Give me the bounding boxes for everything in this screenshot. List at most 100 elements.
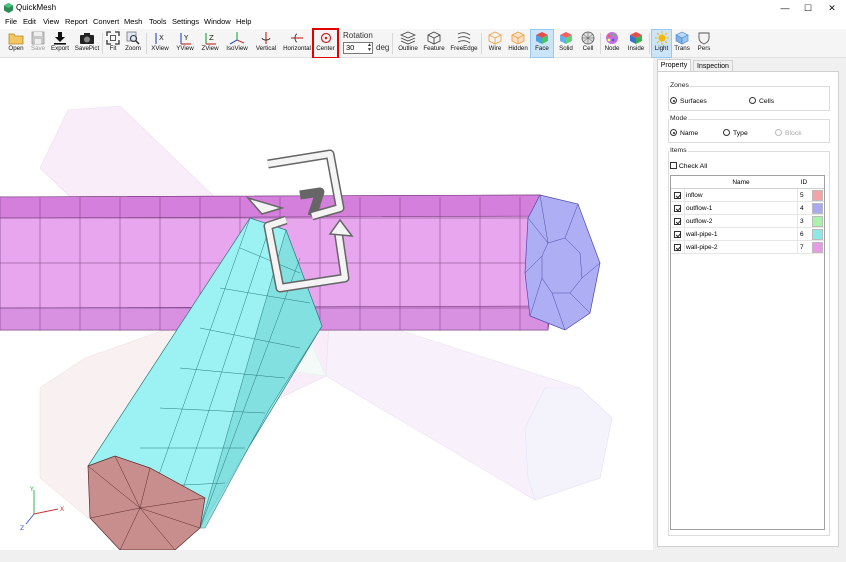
center-label: Center	[316, 45, 335, 52]
face-button[interactable]: Face	[530, 29, 554, 58]
hidden-button[interactable]: Hidden	[507, 30, 529, 57]
yview-label: YView	[176, 45, 194, 52]
axis-z-label: Z	[20, 525, 24, 532]
inside-cube-icon	[630, 32, 642, 44]
vertical-label: Vertical	[255, 45, 277, 52]
menu-report[interactable]: Report	[65, 17, 88, 26]
freeedge-button[interactable]: FreeEdge	[450, 30, 478, 57]
fit-expand-icon	[106, 31, 120, 45]
row-checkbox[interactable]	[674, 218, 681, 225]
cell-button[interactable]: Cell	[578, 30, 598, 57]
node-button[interactable]: Node	[602, 30, 622, 57]
row-color-swatch[interactable]	[812, 190, 823, 201]
x-axis-view-icon: X	[155, 33, 164, 44]
title-bar: QuickMesh — ☐ ✕	[0, 0, 846, 16]
xview-button[interactable]: X XView	[149, 30, 171, 57]
horizontal-label: Horizontal	[283, 45, 311, 52]
row-color-swatch[interactable]	[812, 203, 823, 214]
3d-viewport[interactable]: Y X Z	[0, 58, 653, 550]
savepict-button[interactable]: SavePict	[73, 30, 101, 57]
menu-edit[interactable]: Edit	[23, 17, 36, 26]
fit-button[interactable]: Fit	[105, 30, 121, 57]
mode-type-radio[interactable]: Type	[723, 129, 748, 137]
row-color-swatch[interactable]	[812, 242, 823, 253]
zones-surfaces-radio[interactable]: Surfaces	[670, 97, 707, 105]
node-label: Node	[604, 45, 620, 52]
menu-mesh[interactable]: Mesh	[124, 17, 142, 26]
pers-button[interactable]: Pers	[694, 30, 714, 57]
mode-title: Mode	[669, 115, 689, 122]
wire-label: Wire	[488, 45, 502, 52]
mode-name-radio[interactable]: Name	[670, 129, 698, 137]
y-axis-view-icon: Y	[180, 33, 191, 45]
table-row[interactable]: wall-pipe-1 6	[671, 228, 824, 241]
fit-label: Fit	[109, 45, 117, 52]
row-color-swatch[interactable]	[812, 229, 823, 240]
isoview-button[interactable]: IsoView	[225, 30, 249, 57]
toolbar-separator	[392, 33, 393, 54]
toolbar-separator	[146, 33, 147, 54]
mesh-scene: Y X Z	[0, 105, 613, 550]
open-button[interactable]: Open	[4, 30, 28, 57]
table-row[interactable]: outflow-2 3	[671, 215, 824, 228]
save-button[interactable]: Save	[28, 30, 48, 57]
pers-label: Pers	[697, 45, 711, 52]
menu-convert[interactable]: Convert	[93, 17, 119, 26]
export-button[interactable]: Export	[48, 30, 72, 57]
close-button[interactable]: ✕	[825, 2, 839, 14]
row-name: wall-pipe-2	[686, 244, 718, 251]
table-row[interactable]: inflow 5	[671, 189, 824, 202]
magnifier-icon	[126, 31, 140, 45]
feature-button[interactable]: Feature	[422, 30, 446, 57]
menu-tools[interactable]: Tools	[149, 17, 167, 26]
check-all-checkbox[interactable]: Check All	[670, 162, 707, 170]
toolbar-separator	[600, 33, 601, 54]
rotation-spinner[interactable]: ▲ ▼	[366, 43, 373, 53]
menu-settings[interactable]: Settings	[172, 17, 199, 26]
menu-view[interactable]: View	[43, 17, 59, 26]
outline-button[interactable]: Outline	[396, 30, 420, 57]
row-name: inflow	[686, 192, 703, 199]
feature-label: Feature	[423, 45, 445, 52]
row-checkbox[interactable]	[674, 244, 681, 251]
column-name-header: Name	[732, 179, 750, 186]
table-row[interactable]: outflow-1 4	[671, 202, 824, 215]
solid-cube-icon	[560, 32, 572, 44]
inside-button[interactable]: Inside	[625, 30, 647, 57]
menu-help[interactable]: Help	[236, 17, 251, 26]
toolbar: Open Save Export SavePict Fit Zoom X XVi…	[0, 28, 846, 59]
row-name: wall-pipe-1	[686, 231, 718, 238]
menu-window[interactable]: Window	[204, 17, 231, 26]
vertical-button[interactable]: Vertical	[253, 30, 279, 57]
wire-button[interactable]: Wire	[484, 30, 506, 57]
sun-light-icon	[654, 31, 669, 45]
maximize-button[interactable]: ☐	[801, 2, 815, 14]
window-title: QuickMesh	[16, 3, 57, 12]
horizontal-rotate-icon	[291, 33, 303, 43]
center-button[interactable]: Center	[312, 28, 339, 59]
radio-empty-icon	[723, 129, 730, 136]
minimize-button[interactable]: —	[778, 2, 792, 14]
perspective-shield-icon	[698, 32, 710, 45]
yview-button[interactable]: Y YView	[174, 30, 196, 57]
table-row[interactable]: wall-pipe-2 7	[671, 241, 824, 254]
trans-label: Trans	[674, 45, 690, 52]
row-color-swatch[interactable]	[812, 216, 823, 227]
axis-y-label: Y	[29, 486, 34, 493]
row-checkbox[interactable]	[674, 231, 681, 238]
vertical-rotate-icon	[261, 32, 271, 44]
row-checkbox[interactable]	[674, 192, 681, 199]
solid-button[interactable]: Solid	[556, 30, 576, 57]
zones-surfaces-label: Surfaces	[680, 98, 707, 105]
zview-button[interactable]: Z ZView	[199, 30, 221, 57]
row-name: outflow-1	[686, 205, 713, 212]
zoom-button[interactable]: Zoom	[123, 30, 143, 57]
zones-cells-radio[interactable]: Cells	[749, 97, 774, 105]
menu-file[interactable]: File	[5, 17, 17, 26]
savepict-label: SavePict	[74, 45, 100, 52]
horizontal-button[interactable]: Horizontal	[282, 30, 312, 57]
row-checkbox[interactable]	[674, 205, 681, 212]
download-arrow-icon	[54, 32, 66, 45]
light-button[interactable]: Light	[651, 29, 672, 58]
trans-button[interactable]: Trans	[672, 30, 692, 57]
